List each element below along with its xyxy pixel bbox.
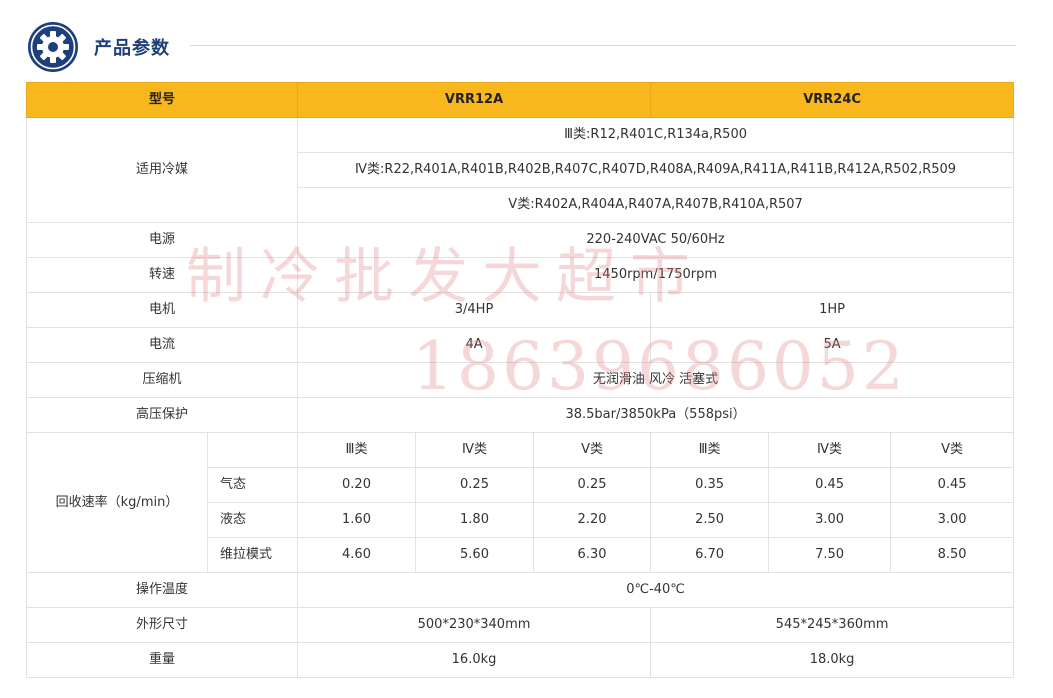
recovery-value: 0.25 — [415, 467, 535, 503]
refrigerant-class-3: Ⅲ类:R12,R401C,R134a,R500 — [297, 117, 1015, 153]
recovery-value: 7.50 — [768, 537, 892, 573]
table-row: 适用冷媒 Ⅲ类:R12,R401C,R134a,R500 — [25, 117, 1015, 223]
op-temp-label: 操作温度 — [25, 572, 299, 608]
recovery-mode-label: 气态 — [206, 467, 299, 503]
recovery-mode-label: 维拉模式 — [206, 537, 299, 573]
recovery-value: 4.60 — [297, 537, 417, 573]
table-row: 外形尺寸 500*230*340mm 545*245*360mm — [25, 607, 1015, 643]
refrigerant-label: 适用冷媒 — [25, 117, 299, 223]
divider — [190, 45, 1016, 46]
table-row: 转速 1450rpm/1750rpm — [25, 257, 1015, 293]
refrigerant-class-4: Ⅳ类:R22,R401A,R401B,R402B,R407C,R407D,R40… — [297, 152, 1015, 188]
recovery-value: 6.70 — [650, 537, 770, 573]
recovery-value: 8.50 — [890, 537, 1015, 573]
table-row: 高压保护 38.5bar/3850kPa（558psi） — [25, 397, 1015, 433]
table-row: 回收速率（kg/min） Ⅲ类 Ⅳ类 Ⅴ类 Ⅲ类 Ⅳ类 Ⅴ类 — [26, 432, 1015, 573]
recovery-mode-label: 液态 — [206, 502, 299, 538]
recovery-class: Ⅲ类 — [650, 432, 770, 468]
recovery-label: 回收速率（kg/min） — [26, 432, 208, 573]
recovery-value: 0.35 — [650, 467, 770, 503]
recovery-value: 3.00 — [890, 502, 1015, 538]
motor-value-vrr12a: 3/4HP — [297, 292, 652, 328]
table-row: 电源 220-240VAC 50/60Hz — [25, 222, 1015, 258]
compressor-label: 压缩机 — [25, 362, 299, 398]
hp-protect-label: 高压保护 — [25, 397, 299, 433]
section-header: 产品参数 — [26, 20, 1016, 74]
recovery-value: 1.80 — [415, 502, 535, 538]
recovery-value: 6.30 — [533, 537, 652, 573]
gear-icon — [26, 20, 80, 74]
recovery-class: Ⅳ类 — [768, 432, 892, 468]
dimensions-label: 外形尺寸 — [25, 607, 299, 643]
speed-value: 1450rpm/1750rpm — [297, 257, 1015, 293]
motor-value-vrr24c: 1HP — [650, 292, 1015, 328]
current-label: 电流 — [25, 327, 299, 363]
recovery-value: 2.20 — [533, 502, 652, 538]
table-row: 压缩机 无润滑油 风冷 活塞式 — [25, 362, 1015, 398]
header-model-label: 型号 — [25, 82, 299, 118]
current-value-vrr24c: 5A — [650, 327, 1015, 363]
compressor-value: 无润滑油 风冷 活塞式 — [297, 362, 1015, 398]
recovery-value: 0.20 — [297, 467, 417, 503]
recovery-value: 0.45 — [768, 467, 892, 503]
header-model-vrr24c: VRR24C — [650, 82, 1015, 118]
recovery-value: 0.25 — [533, 467, 652, 503]
hp-protect-value: 38.5bar/3850kPa（558psi） — [297, 397, 1015, 433]
recovery-corner — [206, 432, 299, 468]
spec-table: 型号 VRR12A VRR24C 适用冷媒 Ⅲ类:R12,R401C,R134a… — [25, 82, 1015, 678]
header-model-vrr12a: VRR12A — [297, 82, 652, 118]
recovery-class: Ⅴ类 — [890, 432, 1015, 468]
table-header-row: 型号 VRR12A VRR24C — [25, 82, 1015, 118]
weight-value-vrr12a: 16.0kg — [297, 642, 652, 678]
recovery-value: 0.45 — [890, 467, 1015, 503]
power-label: 电源 — [25, 222, 299, 258]
power-value: 220-240VAC 50/60Hz — [297, 222, 1015, 258]
current-value-vrr12a: 4A — [297, 327, 652, 363]
weight-value-vrr24c: 18.0kg — [650, 642, 1015, 678]
recovery-class: Ⅴ类 — [533, 432, 652, 468]
dimensions-value-vrr24c: 545*245*360mm — [650, 607, 1015, 643]
section-title: 产品参数 — [94, 38, 170, 59]
recovery-class: Ⅳ类 — [415, 432, 535, 468]
table-row: 电流 4A 5A — [25, 327, 1015, 363]
op-temp-value: 0℃-40℃ — [297, 572, 1015, 608]
motor-label: 电机 — [25, 292, 299, 328]
refrigerant-class-5: Ⅴ类:R402A,R404A,R407A,R407B,R410A,R507 — [297, 187, 1015, 223]
table-row: 操作温度 0℃-40℃ — [25, 572, 1015, 608]
recovery-class: Ⅲ类 — [297, 432, 417, 468]
recovery-value: 2.50 — [650, 502, 770, 538]
weight-label: 重量 — [25, 642, 299, 678]
speed-label: 转速 — [25, 257, 299, 293]
recovery-value: 1.60 — [297, 502, 417, 538]
dimensions-value-vrr12a: 500*230*340mm — [297, 607, 652, 643]
recovery-value: 3.00 — [768, 502, 892, 538]
recovery-value: 5.60 — [415, 537, 535, 573]
table-row: 重量 16.0kg 18.0kg — [25, 642, 1015, 678]
table-row: 电机 3/4HP 1HP — [25, 292, 1015, 328]
